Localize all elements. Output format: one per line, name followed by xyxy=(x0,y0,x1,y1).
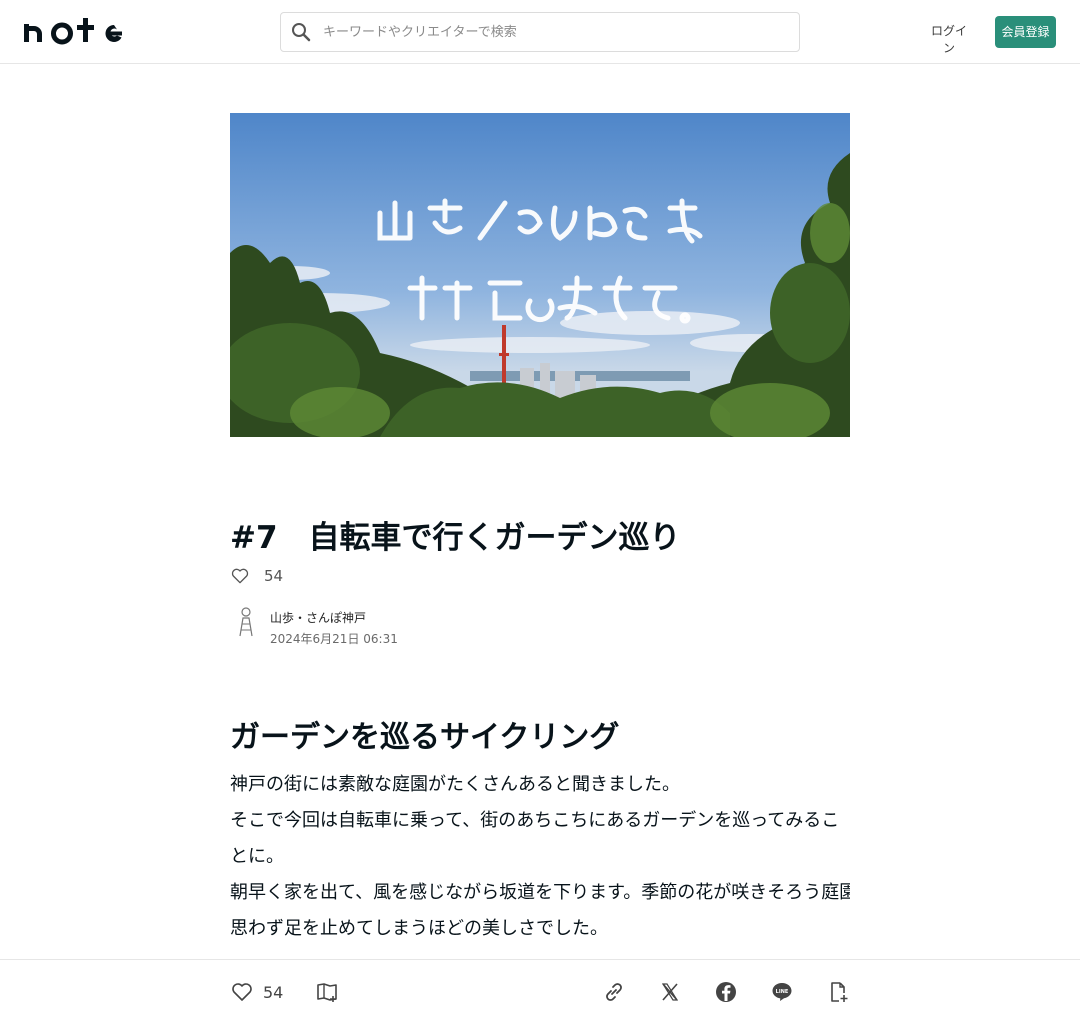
search-box[interactable] xyxy=(280,12,800,52)
hero-image xyxy=(230,113,850,437)
author-info[interactable]: 山歩・さんぽ神戸 2024年6月21日 06:31 xyxy=(230,606,398,647)
paragraph-line: 朝早く家を出て、風を感じながら坂道を下ります。季節の花が咲きそろう庭園では、色と… xyxy=(230,882,850,903)
link-icon[interactable] xyxy=(602,980,626,1004)
note-logo[interactable] xyxy=(24,14,124,48)
x-icon[interactable] xyxy=(658,980,682,1004)
paragraph-1: 神戸の街には素敵な庭園がたくさんあると聞きました。 そこで今回は自転車に乗って、… xyxy=(230,767,850,875)
facebook-icon[interactable] xyxy=(714,980,738,1004)
bottom-like-button[interactable]: 54 xyxy=(230,980,283,1004)
register-button[interactable]: 会員登録 xyxy=(995,16,1056,48)
paragraph-line: 思わず足を止めてしまうほどの美しさでした。 xyxy=(230,918,608,939)
heart-icon[interactable] xyxy=(230,980,254,1004)
search-input[interactable] xyxy=(321,23,765,41)
like-count: 54 xyxy=(264,567,284,585)
paragraph-line: そこで今回は自転車に乗って、街のあちこちにあるガーデンを巡ってみることに。 xyxy=(230,810,840,867)
article-title: #7 自転車で行くガーデン巡り xyxy=(230,520,681,556)
paragraph-line: 神戸の街には素敵な庭園がたくさんあると聞きました。 xyxy=(230,774,680,795)
article-like-row[interactable]: 54 xyxy=(230,566,283,586)
paragraph-2: 朝早く家を出て、風を感じながら坂道を下ります。季節の花が咲きそろう庭園では、色と… xyxy=(230,875,850,947)
svg-text:LINE: LINE xyxy=(776,989,789,995)
publish-date: 2024年6月21日 06:31 xyxy=(270,632,398,646)
heart-icon[interactable] xyxy=(230,566,250,586)
avatar[interactable] xyxy=(230,606,262,638)
bottom-like-count: 54 xyxy=(263,982,284,1002)
section-heading: ガーデンを巡るサイクリング xyxy=(230,720,620,755)
author-name[interactable]: 山歩・さんぽ神戸 xyxy=(270,609,398,626)
login-link[interactable]: ログイン xyxy=(926,22,972,56)
embed-icon[interactable] xyxy=(826,980,850,1004)
search-icon xyxy=(292,23,311,42)
bottom-action-bar: 54 LINE xyxy=(0,959,1080,1024)
line-icon[interactable]: LINE xyxy=(770,980,794,1004)
magazine-add-icon[interactable] xyxy=(315,980,339,1004)
site-header: ログイン 会員登録 xyxy=(0,0,1080,64)
